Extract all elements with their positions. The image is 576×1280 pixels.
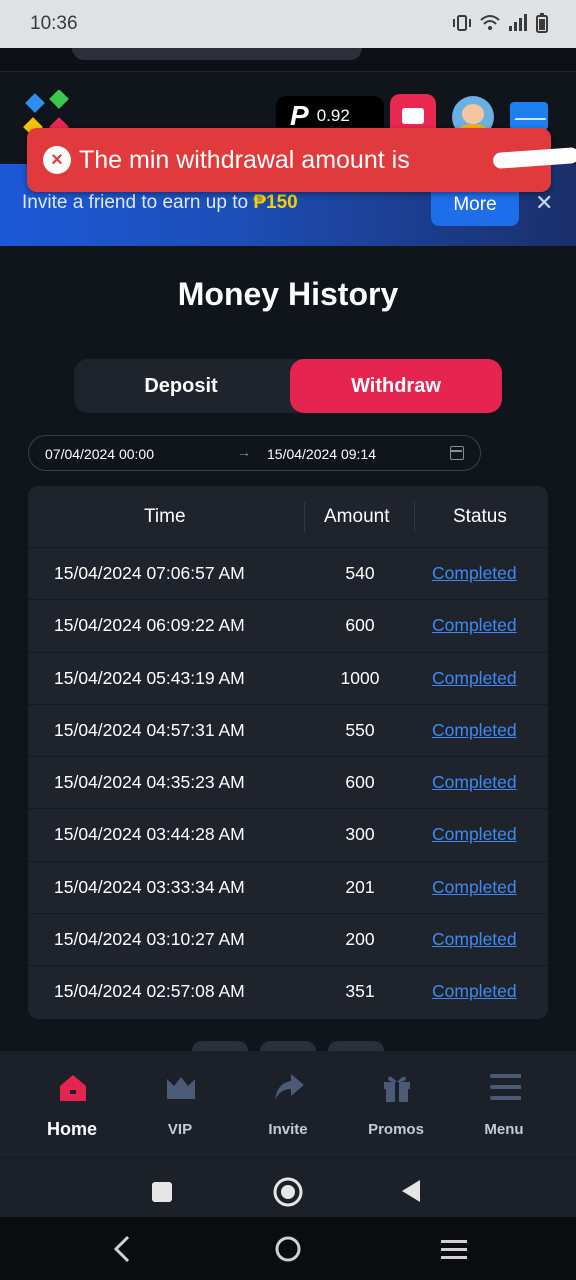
tab-withdraw[interactable]: Withdraw [290,359,502,413]
row-time: 15/04/2024 03:10:27 AM [54,929,245,950]
row-amount: 600 [345,772,375,793]
square-icon[interactable] [150,1180,174,1204]
table-row: 15/04/2024 06:09:22 AM 600 Completed [28,600,548,653]
date-to[interactable]: 15/04/2024 09:14 [267,446,376,462]
row-time: 15/04/2024 05:43:19 AM [54,667,245,688]
error-x-icon: × [43,146,71,174]
home-icon [60,1075,86,1101]
column-status: Status [453,506,507,527]
system-nav-bar [0,1217,576,1280]
browser-nav-bar [0,1157,576,1217]
row-time: 15/04/2024 02:57:08 AM [54,981,245,1002]
date-range-picker[interactable]: 07/04/2024 00:00 → 15/04/2024 09:14 [28,435,481,471]
row-status-link[interactable]: Completed [432,772,517,793]
row-time: 15/04/2024 04:35:23 AM [54,772,245,793]
table-row: 15/04/2024 04:35:23 AM 600 Completed [28,757,548,810]
row-time: 15/04/2024 07:06:57 AM [54,563,245,583]
nav-menu[interactable]: Menu [450,1051,558,1157]
mail-icon[interactable] [510,102,548,130]
column-divider [304,502,305,532]
table-row: 15/04/2024 04:57:31 AM 550 Completed [28,705,548,758]
url-bar[interactable] [72,48,362,60]
row-status-link[interactable]: Completed [432,668,517,689]
gift-icon [384,1076,410,1102]
table-header: Time Amount Status [28,486,548,548]
browser-strip [0,48,576,72]
row-amount: 200 [345,929,375,950]
row-status-link[interactable]: Completed [432,615,517,636]
nav-label: VIP [167,1121,193,1138]
row-status-link[interactable]: Completed [432,563,517,584]
close-icon[interactable]: ✕ [535,190,553,216]
column-amount: Amount [324,506,390,527]
history-tabs: Deposit Withdraw [74,359,502,413]
toast-message: The min withdrawal amount is [79,145,410,174]
home-circle-icon[interactable] [272,1176,304,1208]
tab-deposit[interactable]: Deposit [74,359,288,413]
error-toast: × The min withdrawal amount is [27,128,576,192]
invite-label: Invite a friend to earn up to [22,192,249,213]
coin-icon: ₱ [253,192,267,213]
nav-invite[interactable]: Invite [234,1051,342,1157]
nav-label: Invite [268,1121,308,1138]
table-row: 15/04/2024 03:10:27 AM 200 Completed [28,914,548,967]
row-amount: 600 [345,615,375,636]
balance-value: 0.92 [316,106,350,125]
row-time: 15/04/2024 03:44:28 AM [54,824,245,845]
crown-icon [167,1077,195,1099]
home-circle-icon[interactable] [274,1235,302,1263]
row-status-link[interactable]: Completed [432,981,517,1002]
row-amount: 540 [345,563,375,583]
withdraw-history-table: Time Amount Status 15/04/2024 07:06:57 A… [28,486,548,1019]
bottom-nav: Home VIP Invite Promos Menu [0,1051,576,1157]
row-amount: 550 [345,719,375,740]
recents-icon[interactable] [440,1239,468,1261]
battery-icon [536,13,548,33]
row-time: 15/04/2024 03:33:34 AM [54,876,245,897]
wifi-icon [480,15,500,30]
share-arrow-icon [275,1074,304,1100]
nav-promos[interactable]: Promos [342,1051,450,1157]
menu-icon [490,1074,521,1100]
table-row: 15/04/2024 03:44:28 AM 300 Completed [28,809,548,862]
nav-label: Promos [368,1121,424,1138]
page-title: Money History [177,276,399,312]
column-divider [414,502,415,532]
row-amount: 1000 [340,667,380,688]
table-row: 15/04/2024 07:06:57 AM 540 Completed [28,548,548,601]
status-time: 10:36 [30,13,78,34]
nav-home[interactable]: Home [18,1051,126,1157]
row-status-link[interactable]: Completed [432,824,517,845]
table-row: 15/04/2024 02:57:08 AM 351 Completed [28,966,548,1018]
invite-text: Invite a friend to earn up to ₱150 [22,192,298,214]
calendar-icon[interactable] [450,446,464,460]
row-amount: 201 [345,876,375,897]
row-status-link[interactable]: Completed [432,877,517,898]
arrow-right-icon: → [237,444,251,460]
row-amount: 300 [345,824,375,845]
vibrate-icon [453,15,471,31]
table-row: 15/04/2024 05:43:19 AM 1000 Completed [28,653,548,705]
back-triangle-icon[interactable] [400,1178,424,1204]
row-amount: 351 [345,981,375,1002]
table-row: 15/04/2024 03:33:34 AM 201 Completed [28,862,548,915]
nav-label: Menu [484,1121,524,1138]
invite-amount: 150 [266,192,298,213]
row-time: 15/04/2024 04:57:31 AM [54,719,245,740]
row-status-link[interactable]: Completed [432,720,517,741]
date-from[interactable]: 07/04/2024 00:00 [45,446,154,462]
nav-vip[interactable]: VIP [126,1051,234,1157]
row-status-link[interactable]: Completed [432,929,517,950]
back-icon[interactable] [112,1235,132,1263]
row-time: 15/04/2024 06:09:22 AM [54,615,245,636]
nav-label: Home [46,1119,97,1139]
status-bar: 10:36 [0,0,576,48]
signal-icon [509,14,527,31]
status-icons [452,13,548,33]
column-time: Time [144,506,186,527]
